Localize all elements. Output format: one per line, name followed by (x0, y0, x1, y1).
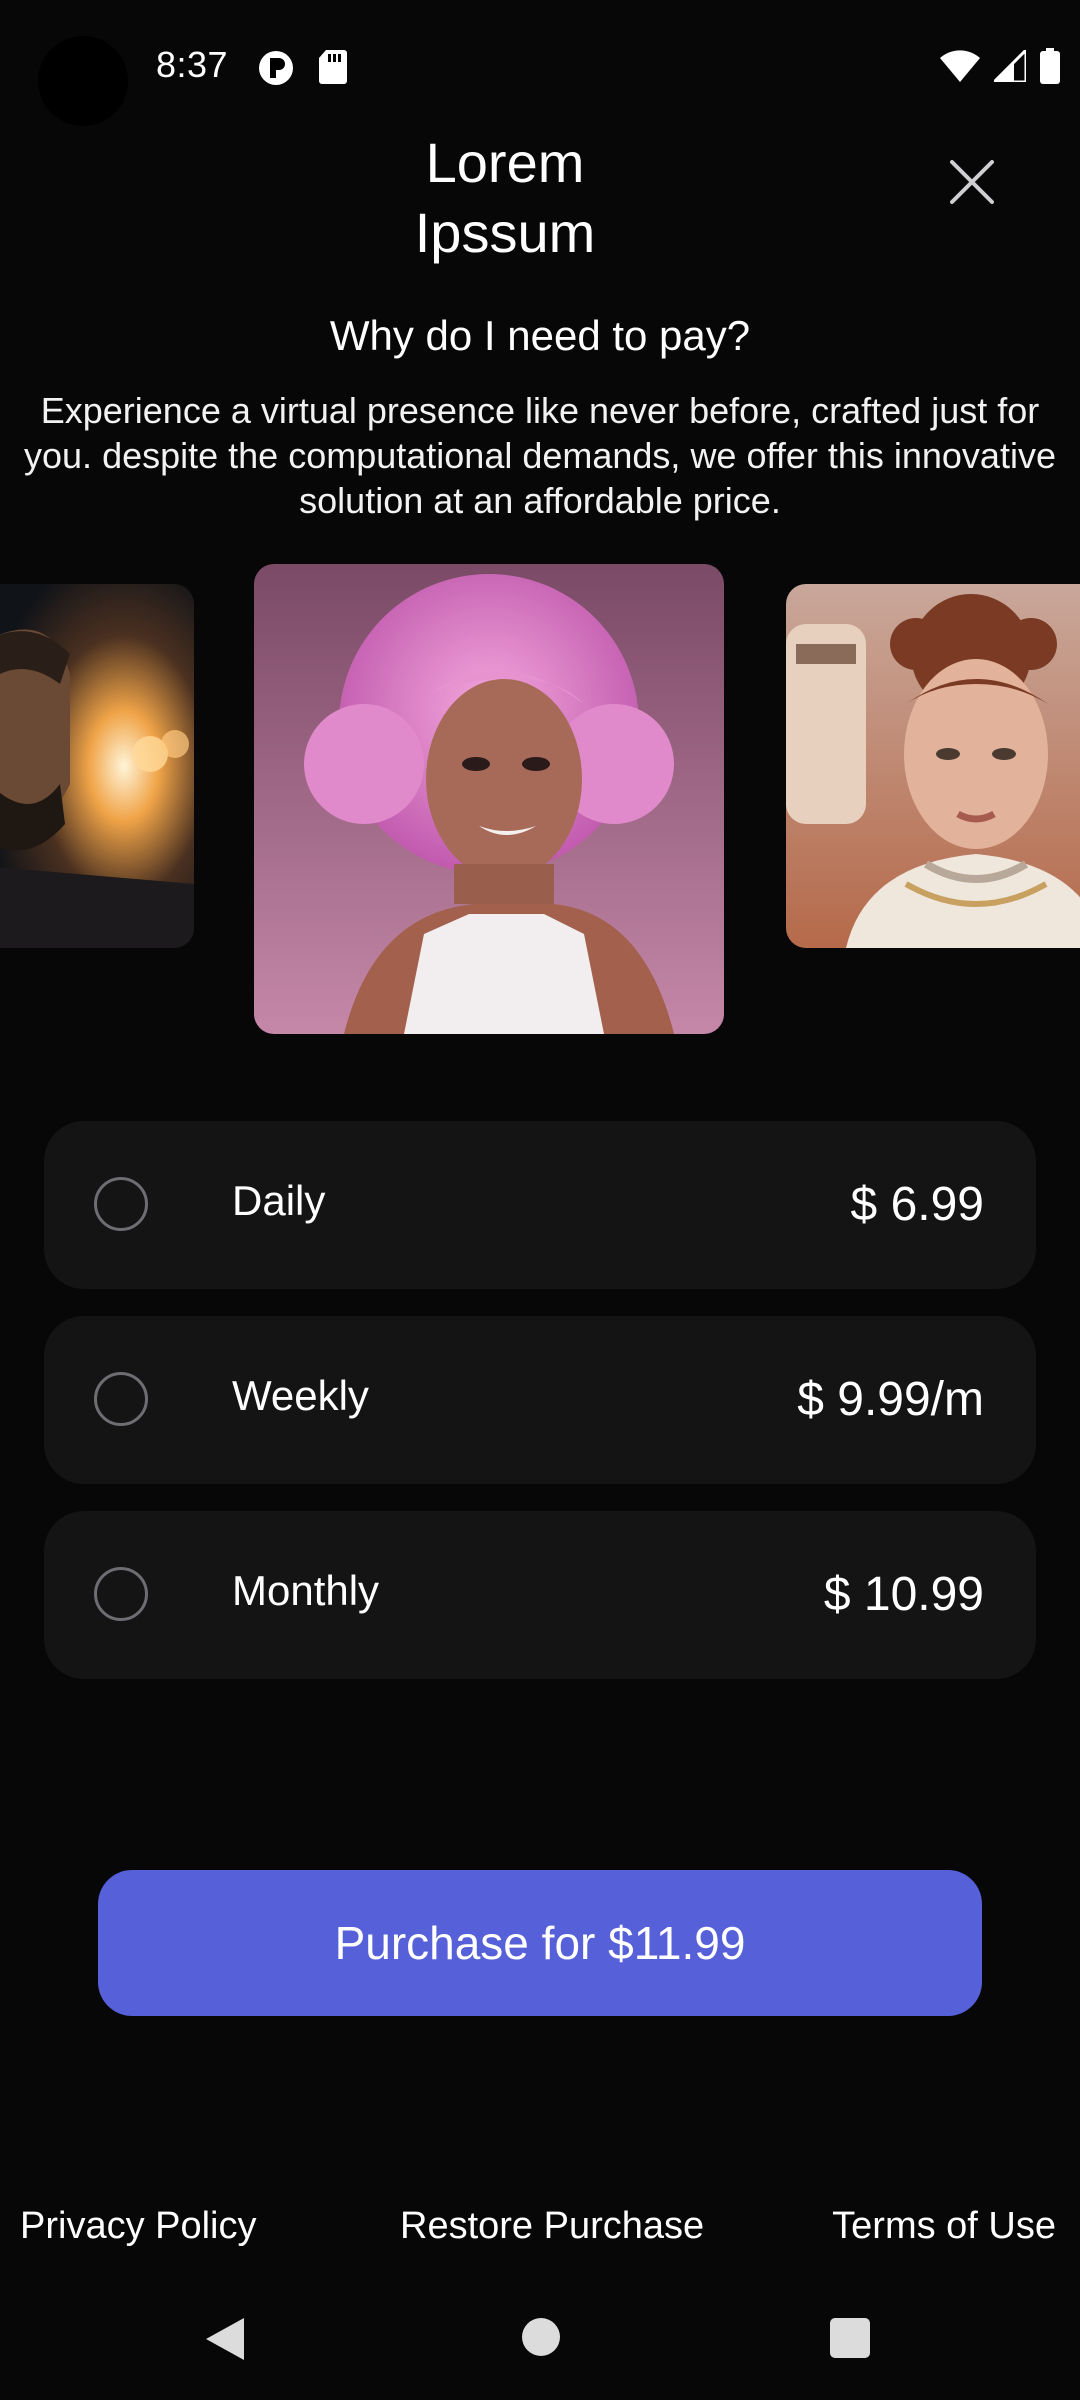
plan-name: Weekly (232, 1372, 369, 1419)
purchase-button[interactable]: Purchase for $11.99 (98, 1870, 982, 2016)
back-icon (206, 2318, 244, 2360)
wifi-icon (940, 50, 980, 87)
close-button[interactable] (942, 152, 1002, 212)
plan-option-monthly[interactable]: Monthly $ 10.99 (44, 1511, 1036, 1679)
cellular-signal-icon (990, 46, 1028, 87)
plan-name: Monthly (232, 1567, 380, 1614)
plan-option-weekly[interactable]: Weekly $ 9.99/m (44, 1316, 1036, 1484)
plan-name: Daily (232, 1177, 326, 1224)
avatar-woman-astronaut-image (786, 584, 1080, 948)
recent-apps-button[interactable] (830, 2318, 870, 2358)
privacy-policy-link[interactable]: Privacy Policy (20, 2205, 257, 2248)
close-icon (950, 160, 994, 204)
restore-purchase-link[interactable]: Restore Purchase (400, 2205, 704, 2248)
plan-radio-monthly[interactable] (94, 1567, 148, 1621)
app-title-line2: Ipssum (414, 201, 596, 264)
status-bar: 8:37 (0, 0, 1080, 130)
system-navigation-bar (0, 2290, 1080, 2400)
camera-cutout (38, 36, 128, 126)
status-time: 8:37 (156, 44, 229, 85)
avatar-card-woman-astronaut[interactable] (786, 584, 1080, 948)
app-title: Lorem Ipssum (0, 128, 1010, 268)
avatar-woman-pink-afro-image (254, 564, 724, 1034)
why-pay-heading: Why do I need to pay? (329, 312, 751, 359)
app-title-line1: Lorem (425, 131, 585, 194)
plan-price: $ 10.99 (823, 1568, 984, 1621)
plan-option-daily[interactable]: Daily $ 6.99 (44, 1121, 1036, 1289)
sd-card-icon (318, 50, 348, 89)
home-button[interactable] (522, 2318, 560, 2356)
plan-price: $ 9.99/m (797, 1373, 984, 1426)
avatar-card-man[interactable] (0, 584, 194, 948)
avatar-card-woman-pink[interactable] (254, 564, 724, 1034)
paywall-description: Experience a virtual presence like never… (24, 390, 1056, 521)
battery-icon (1040, 48, 1060, 89)
plan-radio-weekly[interactable] (94, 1372, 148, 1426)
plan-price: $ 6.99 (850, 1178, 984, 1231)
avatar-man-image (0, 584, 194, 948)
app-notification-icon (258, 50, 294, 91)
plan-radio-daily[interactable] (94, 1177, 148, 1231)
back-button[interactable] (204, 2316, 246, 2367)
terms-of-use-link[interactable]: Terms of Use (832, 2205, 1056, 2248)
avatar-carousel[interactable] (0, 560, 1080, 1050)
